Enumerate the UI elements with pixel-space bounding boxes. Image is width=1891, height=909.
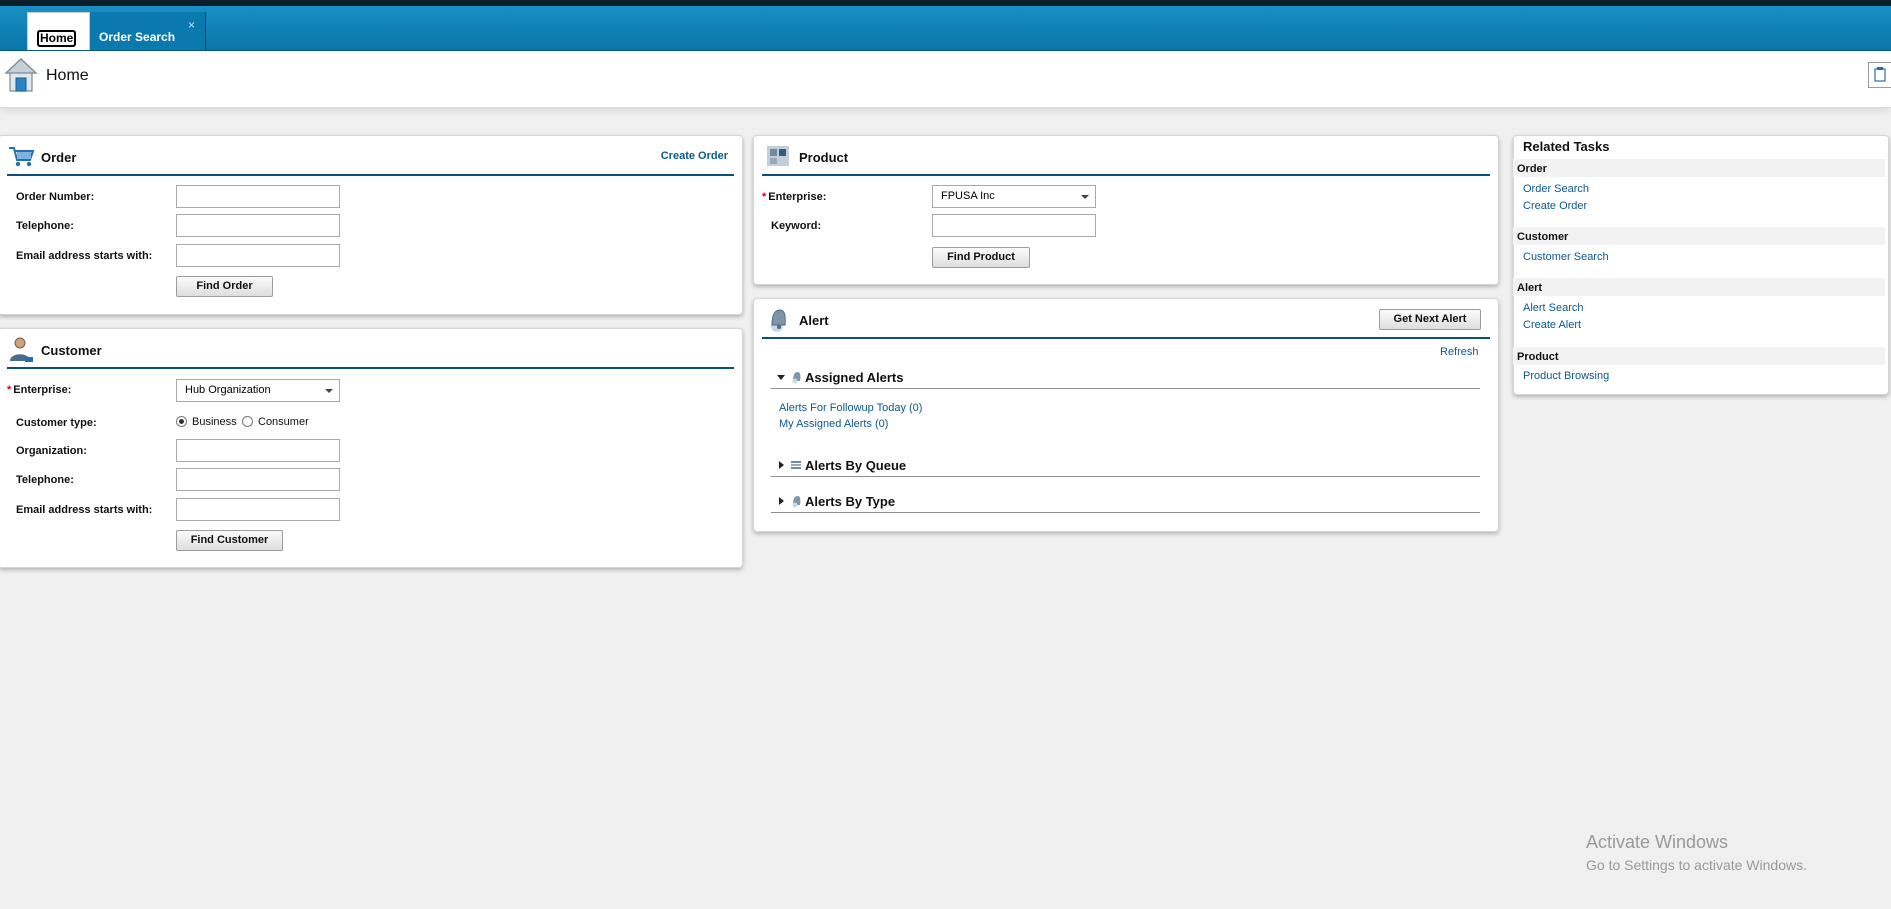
related-section-product: Product <box>1513 347 1885 365</box>
order-telephone-input[interactable] <box>176 214 340 237</box>
related-tasks-title: Related Tasks <box>1523 139 1610 154</box>
order-number-input[interactable] <box>176 185 340 208</box>
alerts-by-queue-section[interactable]: Alerts By Queue <box>771 456 1480 477</box>
tab-order-search-label: Order Search <box>99 30 176 44</box>
alerts-by-type-title: Alerts By Type <box>805 494 896 509</box>
order-title: Order <box>41 150 77 165</box>
order-email-input[interactable] <box>176 244 340 267</box>
find-product-button[interactable]: Find Product <box>932 247 1030 268</box>
activate-windows-watermark: Activate Windows <box>1586 832 1729 852</box>
expand-icon <box>777 375 785 380</box>
close-icon[interactable]: × <box>188 18 195 32</box>
related-product-browsing-link[interactable]: Product Browsing <box>1523 370 1609 382</box>
tab-order-search[interactable]: Order Search × <box>90 12 206 50</box>
related-section-alert: Alert <box>1513 278 1885 296</box>
create-order-link[interactable]: Create Order <box>661 150 728 162</box>
collapse-icon <box>779 461 784 469</box>
assigned-alerts-section[interactable]: Assigned Alerts <box>771 368 1480 389</box>
alert-title: Alert <box>799 313 829 328</box>
queue-icon <box>791 461 801 469</box>
my-assigned-alerts-link[interactable]: My Assigned Alerts (0) <box>779 418 888 430</box>
related-alert-search-link[interactable]: Alert Search <box>1523 302 1584 314</box>
bell-icon <box>771 309 786 332</box>
page-header: Home <box>0 51 1891 108</box>
customer-title: Customer <box>41 343 102 358</box>
activate-windows-hint: Go to Settings to activate Windows. <box>1586 857 1807 873</box>
alerts-followup-today-link[interactable]: Alerts For Followup Today (0) <box>779 402 922 414</box>
product-panel: Product * Enterprise: FPUSA Inc Keyword: … <box>753 135 1499 285</box>
related-customer-search-link[interactable]: Customer Search <box>1523 251 1609 263</box>
get-next-alert-button[interactable]: Get Next Alert <box>1379 309 1481 330</box>
product-enterprise-label: * Enterprise: <box>762 191 826 203</box>
organization-input[interactable] <box>176 439 340 462</box>
customer-enterprise-value: Hub Organization <box>185 384 271 396</box>
shopping-cart-icon <box>9 147 35 167</box>
page-title: Home <box>46 67 89 84</box>
home-icon <box>4 58 38 92</box>
related-section-customer: Customer <box>1513 227 1885 245</box>
related-order-search-link[interactable]: Order Search <box>1523 183 1589 195</box>
alerts-by-queue-title: Alerts By Queue <box>805 458 907 473</box>
order-number-label: Order Number: <box>16 191 95 203</box>
bell-icon <box>792 496 801 508</box>
customer-email-label: Email address starts with: <box>16 504 153 516</box>
chevron-down-icon <box>1081 195 1089 199</box>
related-create-order-link[interactable]: Create Order <box>1523 200 1587 212</box>
keyword-label: Keyword: <box>771 220 822 232</box>
customer-telephone-label: Telephone: <box>16 474 74 486</box>
customer-email-input[interactable] <box>176 498 340 521</box>
related-create-alert-link[interactable]: Create Alert <box>1523 319 1581 331</box>
collapse-icon <box>779 497 784 505</box>
keyword-input[interactable] <box>932 214 1096 237</box>
alerts-by-type-section[interactable]: Alerts By Type <box>771 492 1480 513</box>
related-section-order: Order <box>1513 159 1885 177</box>
customer-telephone-input[interactable] <box>176 468 340 491</box>
clipboard-icon <box>1874 67 1886 82</box>
product-title: Product <box>799 150 849 165</box>
order-email-label: Email address starts with: <box>16 250 153 262</box>
customer-icon <box>10 337 33 362</box>
refresh-link[interactable]: Refresh <box>1440 346 1479 358</box>
find-customer-button[interactable]: Find Customer <box>176 530 283 551</box>
bell-icon <box>792 372 801 384</box>
customer-panel-header: Customer <box>7 329 734 369</box>
order-telephone-label: Telephone: <box>16 220 74 232</box>
order-panel: Order Create Order Order Number: Telepho… <box>0 135 743 315</box>
product-panel-header: Product <box>762 136 1490 176</box>
tab-home[interactable]: Home <box>27 12 90 50</box>
tab-bar: Home Order Search × <box>0 6 1891 51</box>
consumer-radio[interactable] <box>242 416 253 427</box>
clipboard-button[interactable] <box>1868 62 1891 88</box>
find-order-button[interactable]: Find Order <box>176 276 273 297</box>
tab-home-label: Home <box>37 30 77 47</box>
required-marker: * <box>7 384 12 396</box>
product-enterprise-value: FPUSA Inc <box>941 190 995 202</box>
consumer-radio-label: Consumer <box>258 416 309 428</box>
assigned-alerts-title: Assigned Alerts <box>805 370 904 385</box>
product-icon <box>767 146 789 166</box>
chevron-down-icon <box>325 389 333 393</box>
customer-enterprise-text: Enterprise: <box>13 384 72 396</box>
order-panel-header: Order Create Order <box>7 136 734 176</box>
product-enterprise-text: Enterprise: <box>768 191 827 203</box>
business-radio-label: Business <box>192 416 237 428</box>
customer-enterprise-label: * Enterprise: <box>7 384 71 396</box>
product-enterprise-select[interactable]: FPUSA Inc <box>932 185 1096 208</box>
customer-panel: Customer * Enterprise: Hub Organization C… <box>0 328 743 568</box>
business-radio[interactable] <box>176 416 187 427</box>
customer-enterprise-select[interactable]: Hub Organization <box>176 379 340 402</box>
organization-label: Organization: <box>16 445 87 457</box>
customer-type-label: Customer type: <box>16 417 97 429</box>
required-marker: * <box>762 191 767 203</box>
